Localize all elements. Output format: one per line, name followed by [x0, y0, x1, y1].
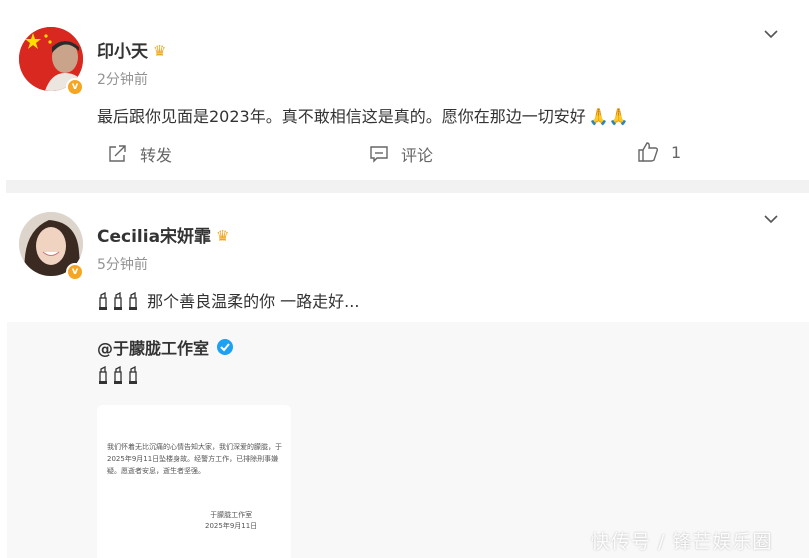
chevron-down-icon[interactable] — [764, 27, 778, 41]
post-text-content: 最后跟你见面是2023年。真不敢相信这是真的。愿你在那边一切安好 — [97, 107, 586, 126]
repost-author[interactable]: @于朦胧工作室 — [97, 335, 234, 359]
statement-signature: 于朦胧工作室 2025年9月11日 — [205, 510, 257, 532]
candle-icon — [97, 292, 147, 311]
blue-verified-icon — [217, 339, 234, 355]
watermark: 快传号 / 锋芒娱乐圈 — [591, 531, 773, 553]
weibo-post-2: v Cecilia宋妍霏 ♛ 5分钟前 那个善良温柔的你 一路走好... @于朦胧… — [0, 193, 809, 558]
comment-icon — [370, 146, 388, 163]
post-text: 那个善良温柔的你 一路走好... — [97, 288, 359, 312]
author-name-text[interactable]: Cecilia宋妍霏 — [97, 227, 211, 247]
comment-label: 评论 — [401, 146, 434, 165]
repost-label: 转发 — [140, 146, 173, 165]
like-button[interactable]: 1 — [637, 142, 681, 162]
statement-signature-name: 于朦胧工作室 — [210, 511, 253, 519]
repost-button[interactable]: 转发 — [108, 142, 172, 166]
post-separator — [6, 180, 809, 193]
post-actions: 转发 评论 1 — [0, 142, 809, 168]
repost-author-name[interactable]: @于朦胧工作室 — [97, 335, 209, 359]
repost-icon — [109, 145, 126, 162]
statement-date: 2025年9月11日 — [205, 522, 258, 530]
like-count: 1 — [671, 142, 682, 162]
candle-icon — [97, 366, 142, 385]
verified-badge-icon: v — [66, 263, 84, 281]
weibo-post-1: v 印小天 ♛ 2分钟前 最后跟你见面是2023年。真不敢相信这是真的。愿你在那边… — [0, 0, 809, 180]
comment-button[interactable]: 评论 — [369, 142, 433, 166]
chevron-down-icon[interactable] — [764, 212, 778, 226]
statement-text: 我们怀着无比沉痛的心情告知大家，我们深爱的朦胧，于2025年9月11日坠楼身故。… — [107, 443, 282, 475]
statement-image[interactable]: 我们怀着无比沉痛的心情告知大家，我们深爱的朦胧，于2025年9月11日坠楼身故。… — [97, 405, 291, 558]
post-text: 最后跟你见面是2023年。真不敢相信这是真的。愿你在那边一切安好 🙏🙏 — [97, 103, 629, 127]
crown-icon: ♛ — [216, 227, 230, 245]
author-name-text[interactable]: 印小天 — [97, 42, 148, 62]
reposted-content[interactable]: @于朦胧工作室 我们怀着无比沉痛的心情告知大家，我们深爱的朦胧，于2025年9月… — [7, 322, 809, 558]
verified-badge-icon: v — [66, 78, 84, 96]
author-name[interactable]: 印小天 ♛ — [97, 37, 166, 62]
thumbs-up-icon — [638, 142, 659, 162]
post-text-content: 那个善良温柔的你 一路走好... — [147, 292, 360, 311]
post-time[interactable]: 5分钟前 — [97, 254, 148, 274]
author-name[interactable]: Cecilia宋妍霏 ♛ — [97, 222, 230, 247]
crown-icon: ♛ — [153, 42, 167, 60]
praying-hands-icon: 🙏🙏 — [588, 107, 629, 126]
post-time[interactable]: 2分钟前 — [97, 69, 148, 89]
